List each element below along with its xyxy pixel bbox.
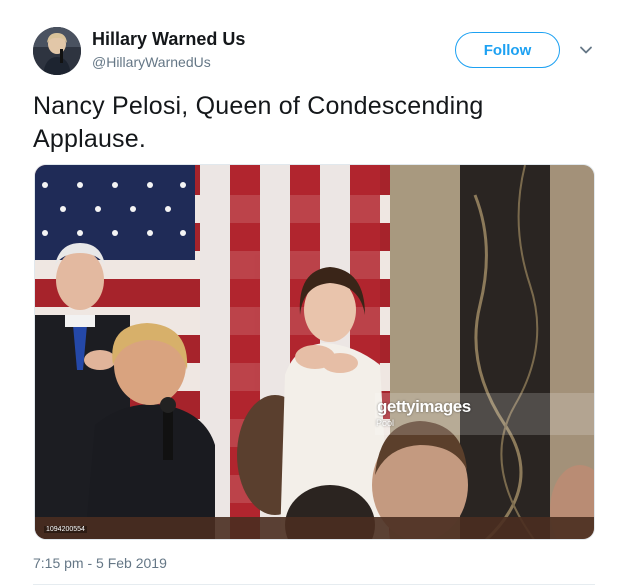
display-name[interactable]: Hillary Warned Us — [92, 29, 245, 50]
tweet-photo[interactable] — [34, 164, 595, 540]
tweet-card: Hillary Warned Us @HillaryWarnedUs Follo… — [0, 0, 634, 588]
user-handle[interactable]: @HillaryWarnedUs — [92, 54, 211, 70]
divider — [33, 584, 595, 585]
image-id-label: 1094200554 — [44, 526, 87, 533]
watermark-pool-label: Pool — [376, 418, 395, 428]
getty-watermark: gettyimages — [377, 397, 471, 416]
photo-illustration — [35, 165, 594, 539]
tweet-text: Nancy Pelosi, Queen of Condescending App… — [33, 92, 484, 153]
follow-button[interactable]: Follow — [455, 32, 560, 68]
avatar-photo — [33, 27, 81, 75]
avatar[interactable] — [33, 27, 81, 75]
tweet-timestamp[interactable]: 7:15 pm - 5 Feb 2019 — [33, 555, 167, 571]
chevron-down-icon[interactable] — [578, 42, 594, 58]
